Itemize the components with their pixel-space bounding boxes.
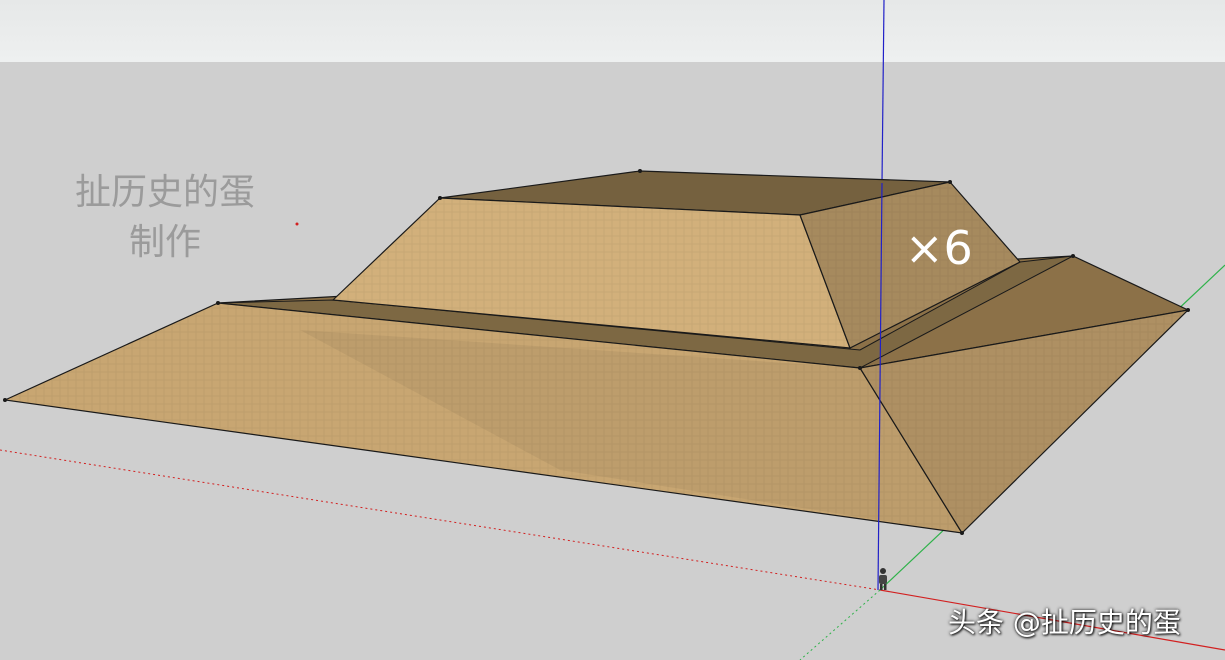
multiplier-label: ×6 (905, 221, 973, 275)
green-axis-dotted (799, 589, 881, 660)
model-scene[interactable] (0, 0, 1225, 660)
watermark-line-2: 制作 (128, 222, 201, 263)
sketchup-viewport[interactable]: 扯历史的蛋 制作 ×6 头条 @扯历史的蛋 (0, 0, 1225, 660)
watermark: 扯历史的蛋 制作 (40, 168, 290, 268)
blue-axis-top (881, 0, 885, 184)
watermark-line-1: 扯历史的蛋 (74, 172, 255, 213)
credit-label: 头条 @扯历史的蛋 (948, 606, 1181, 639)
cursor-point (295, 222, 299, 226)
